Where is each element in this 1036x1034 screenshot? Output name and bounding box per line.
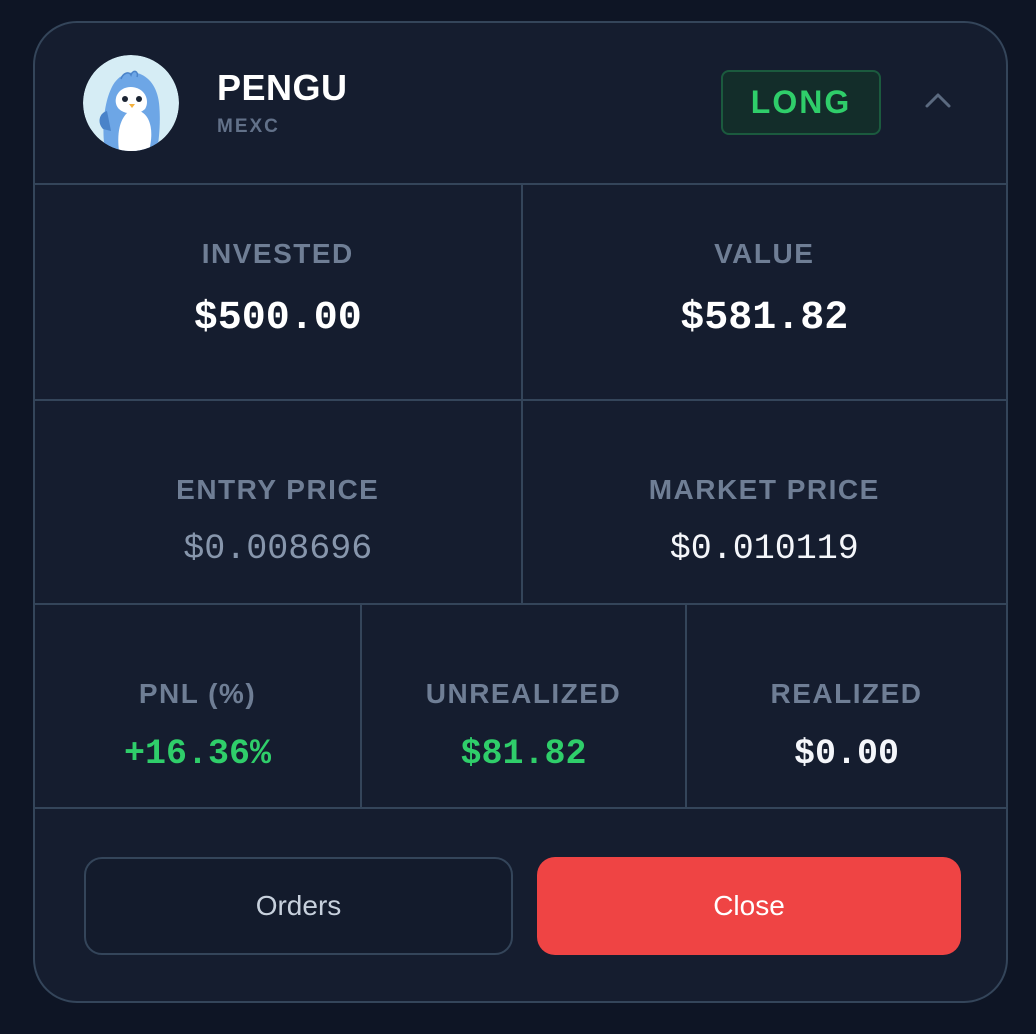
- stat-value: $81.82: [460, 734, 587, 774]
- stat-market-price: MARKET PRICE $0.010119: [520, 399, 1007, 603]
- stat-label: REALIZED: [770, 678, 923, 709]
- stat-entry-price: ENTRY PRICE $0.008696: [35, 399, 521, 603]
- exchange-name: MEXC: [217, 116, 280, 137]
- stat-label: ENTRY PRICE: [176, 474, 380, 505]
- stat-label: INVESTED: [201, 238, 354, 269]
- stats-row-pnl: PNL (%) +16.36% UNREALIZED $81.82 REALIZ…: [35, 603, 1006, 809]
- stat-value: $581.82: [680, 296, 849, 341]
- stat-label: VALUE: [714, 238, 815, 269]
- position-actions: Orders Close: [35, 807, 1006, 1001]
- stat-realized: REALIZED $0.00: [685, 603, 1006, 807]
- stat-pnl-percent: PNL (%) +16.36%: [35, 603, 360, 807]
- stat-label: PNL (%): [138, 678, 257, 709]
- stat-value: $500.00: [193, 296, 362, 341]
- stat-invested: INVESTED $500.00: [35, 183, 521, 399]
- stat-label: UNREALIZED: [425, 678, 622, 709]
- stat-value: $0.010119: [669, 529, 859, 569]
- stat-value: $0.00: [793, 734, 900, 774]
- stat-value-current: VALUE $581.82: [520, 183, 1007, 399]
- penguin-avatar-icon: [83, 55, 179, 151]
- side-badge: LONG: [721, 70, 881, 135]
- chevron-up-icon[interactable]: [923, 89, 953, 111]
- stat-label: MARKET PRICE: [648, 474, 880, 505]
- stats-row-prices: ENTRY PRICE $0.008696 MARKET PRICE $0.01…: [35, 399, 1006, 605]
- stat-unrealized: UNREALIZED $81.82: [360, 603, 685, 807]
- stat-value: +16.36%: [123, 734, 272, 774]
- position-card: PENGU MEXC LONG INVESTED $500.00 VALUE $…: [33, 21, 1008, 1003]
- orders-button[interactable]: Orders: [84, 857, 513, 955]
- stat-value: $0.008696: [183, 529, 373, 569]
- close-button[interactable]: Close: [537, 857, 961, 955]
- position-header: PENGU MEXC LONG: [35, 23, 1006, 185]
- stats-row-investment: INVESTED $500.00 VALUE $581.82: [35, 183, 1006, 401]
- token-name: PENGU: [217, 67, 348, 108]
